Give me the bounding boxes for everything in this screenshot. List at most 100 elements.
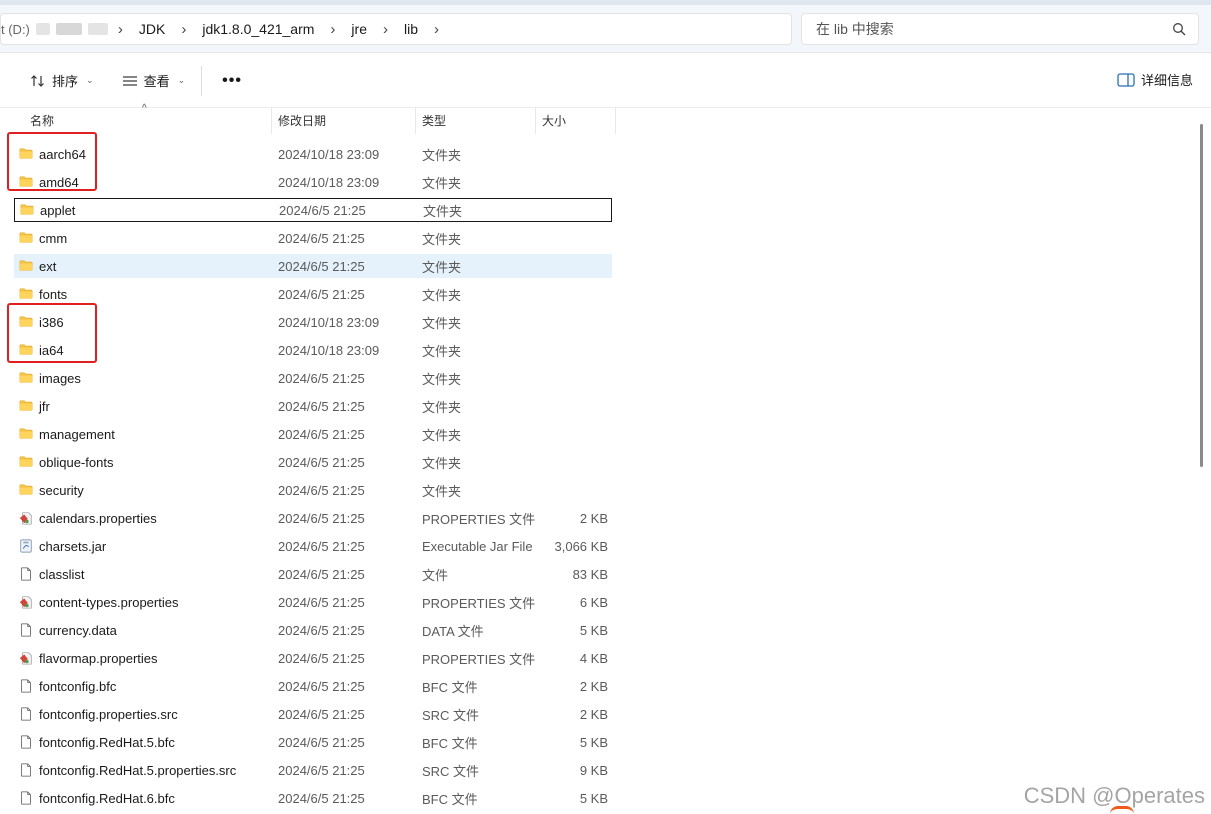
scrollbar-thumb[interactable] [1200, 124, 1203, 467]
file-name-cell[interactable]: currency.data [18, 623, 117, 638]
folder-icon [19, 456, 33, 467]
file-row[interactable]: currency.data 2024/6/5 21:25 DATA 文件 5 KB [14, 618, 612, 642]
command-bar: 排序 ⌄ 查看 ⌄ ••• 详细信息 [0, 54, 1211, 108]
column-header-type[interactable]: 类型 [416, 108, 536, 134]
column-header-name[interactable]: 名称 [24, 108, 272, 134]
file-type: PROPERTIES 文件 [422, 595, 536, 611]
file-row[interactable]: calendars.properties 2024/6/5 21:25 PROPER… [14, 506, 612, 530]
file-date: 2024/6/5 21:25 [278, 650, 365, 666]
file-name-cell[interactable]: management [18, 427, 115, 442]
file-date: 2024/6/5 21:25 [278, 706, 365, 722]
file-icon [21, 567, 31, 581]
chevron-right-icon[interactable]: › [428, 21, 445, 38]
file-name-cell[interactable]: content-types.properties [18, 595, 178, 610]
file-name: calendars.properties [39, 510, 157, 526]
file-row[interactable]: oblique-fonts 2024/6/5 21:25 文件夹 [14, 450, 612, 474]
file-name-cell[interactable]: jfr [18, 399, 50, 414]
file-row[interactable]: aarch64 2024/10/18 23:09 文件夹 [14, 142, 612, 166]
file-date: 2024/6/5 21:25 [278, 230, 365, 246]
file-icon [21, 707, 31, 721]
file-name: fontconfig.RedHat.5.bfc [39, 734, 175, 750]
file-row[interactable]: jfr 2024/6/5 21:25 文件夹 [14, 394, 612, 418]
file-name-cell[interactable]: classlist [18, 567, 85, 582]
folder-icon [19, 260, 33, 271]
file-type: SRC 文件 [422, 763, 480, 779]
annotation-box [7, 132, 97, 191]
file-row[interactable]: flavormap.properties 2024/6/5 21:25 PROPER… [14, 646, 612, 670]
breadcrumb[interactable]: t (D:) › JDK › jdk1.8.0_421_arm › jre › … [0, 13, 792, 45]
file-date: 2024/6/5 21:25 [278, 790, 365, 806]
breadcrumb-item-jdk[interactable]: JDK [129, 21, 175, 37]
file-row[interactable]: cmm 2024/6/5 21:25 文件夹 [14, 226, 612, 250]
file-row[interactable]: fonts 2024/6/5 21:25 文件夹 [14, 282, 612, 306]
file-name-cell[interactable]: charsets.jar [18, 539, 106, 554]
column-date-label: 修改日期 [278, 114, 327, 128]
file-name-cell[interactable]: fontconfig.properties.src [18, 707, 178, 722]
file-row[interactable]: fontconfig.bfc 2024/6/5 21:25 BFC 文件 2 KB [14, 674, 612, 698]
view-button[interactable]: 查看 ⌄ [112, 65, 196, 96]
folder-icon [19, 484, 33, 495]
file-date: 2024/6/5 21:25 [278, 762, 365, 778]
search-box[interactable] [801, 13, 1199, 45]
blurred-region [35, 23, 50, 35]
file-icon [21, 623, 31, 637]
file-name-cell[interactable]: images [18, 371, 81, 386]
breadcrumb-blurred-prefix[interactable]: t (D:) [1, 22, 108, 37]
column-header-date[interactable]: 修改日期 [272, 108, 416, 134]
file-name-cell[interactable]: applet [19, 203, 75, 218]
file-row[interactable]: applet 2024/6/5 21:25 文件夹 [14, 198, 612, 222]
file-name-cell[interactable]: flavormap.properties [18, 651, 158, 666]
file-type: BFC 文件 [422, 791, 478, 807]
file-name-cell[interactable]: ext [18, 259, 56, 274]
file-row[interactable]: ext 2024/6/5 21:25 文件夹 [14, 254, 612, 278]
search-input[interactable] [816, 21, 1146, 37]
view-list-icon [122, 75, 137, 86]
decorative-mark [1110, 806, 1134, 814]
breadcrumb-item-jre[interactable]: jre [341, 21, 377, 37]
file-row[interactable]: security 2024/6/5 21:25 文件夹 [14, 478, 612, 502]
file-name-cell[interactable]: fontconfig.RedHat.5.bfc [18, 735, 175, 750]
file-row[interactable]: management 2024/6/5 21:25 文件夹 [14, 422, 612, 446]
file-date: 2024/6/5 21:25 [278, 538, 365, 554]
file-row[interactable]: images 2024/6/5 21:25 文件夹 [14, 366, 612, 390]
vertical-scrollbar[interactable] [1197, 124, 1206, 467]
file-date: 2024/6/5 21:25 [278, 622, 365, 638]
file-row[interactable]: charsets.jar 2024/6/5 21:25 Executable Jar… [14, 534, 612, 558]
file-name-cell[interactable]: security [18, 483, 84, 498]
file-row[interactable]: classlist 2024/6/5 21:25 文件 83 KB [14, 562, 612, 586]
file-name-cell[interactable]: fontconfig.bfc [18, 679, 116, 694]
breadcrumb-item-jdk-version[interactable]: jdk1.8.0_421_arm [192, 21, 324, 37]
file-type: Executable Jar File [422, 538, 533, 554]
file-name-cell[interactable]: fontconfig.RedHat.6.bfc [18, 791, 175, 806]
file-type: 文件夹 [422, 175, 462, 191]
file-name-cell[interactable]: cmm [18, 231, 67, 246]
file-row[interactable]: fontconfig.RedHat.5.bfc 2024/6/5 21:25 BFC… [14, 730, 612, 754]
file-type: 文件夹 [422, 147, 462, 163]
breadcrumb-item-lib[interactable]: lib [394, 21, 428, 37]
file-date: 2024/10/18 23:09 [278, 174, 380, 190]
column-header-size[interactable]: 大小 [536, 108, 616, 134]
file-name-cell[interactable]: fontconfig.RedHat.5.properties.src [18, 763, 236, 778]
file-type: 文件夹 [422, 287, 462, 303]
file-name-cell[interactable]: calendars.properties [18, 511, 157, 526]
file-row[interactable]: fontconfig.RedHat.6.bfc 2024/6/5 21:25 BFC… [14, 786, 612, 810]
file-name: fonts [39, 286, 68, 302]
file-type: DATA 文件 [422, 623, 484, 639]
file-date: 2024/6/5 21:25 [278, 398, 365, 414]
chevron-down-icon: ⌄ [177, 75, 186, 85]
file-row[interactable]: fontconfig.RedHat.5.properties.src 2024/6… [14, 758, 612, 782]
file-row[interactable]: amd64 2024/10/18 23:09 文件夹 [14, 170, 612, 194]
file-name-cell[interactable]: oblique-fonts [18, 455, 113, 470]
file-row[interactable]: i386 2024/10/18 23:09 文件夹 [14, 310, 612, 334]
file-size: 2 KB [579, 510, 608, 526]
more-options-button[interactable]: ••• [208, 68, 256, 94]
folder-icon [19, 288, 33, 299]
file-name-cell[interactable]: fonts [18, 287, 67, 302]
file-row[interactable]: fontconfig.properties.src 2024/6/5 21:25 S… [14, 702, 612, 726]
details-pane-button[interactable]: 详细信息 [1117, 70, 1193, 89]
file-type: SRC 文件 [422, 707, 480, 723]
file-type: 文件夹 [422, 455, 462, 471]
file-row[interactable]: ia64 2024/10/18 23:09 文件夹 [14, 338, 612, 362]
file-row[interactable]: content-types.properties 2024/6/5 21:25 PR… [14, 590, 612, 614]
sort-button[interactable]: 排序 ⌄ [20, 65, 104, 96]
